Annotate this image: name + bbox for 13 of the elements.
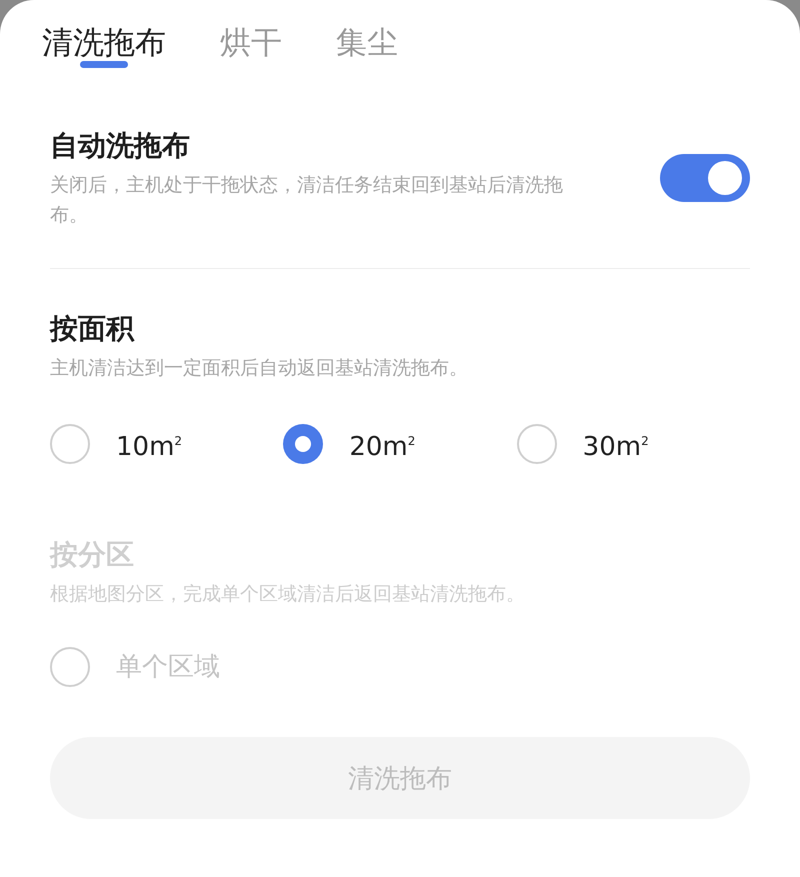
radio-button[interactable] [283,424,324,464]
section-description: 关闭后，主机处于干拖状态，清洁任务结束回到基站后清洗拖布。 [50,173,564,228]
tab[interactable]: 清洗拖布 [42,18,166,68]
active-tab-indicator [80,61,128,68]
radio-button[interactable] [516,424,557,464]
toggle-switch[interactable] [660,154,750,202]
radio-option[interactable]: 10m$^{2}$ [50,421,284,467]
radio-button[interactable] [50,424,90,464]
radio-option[interactable]: 20m$^{2}$ [283,421,517,467]
section-description: 主机清洁达到一定面积后自动返回基站清洗拖布。 [50,356,468,381]
section-title: 按面积 [50,311,136,347]
radio-option[interactable]: 30m$^{2}$ [516,421,750,467]
section-title: 自动洗拖布 [50,128,191,164]
